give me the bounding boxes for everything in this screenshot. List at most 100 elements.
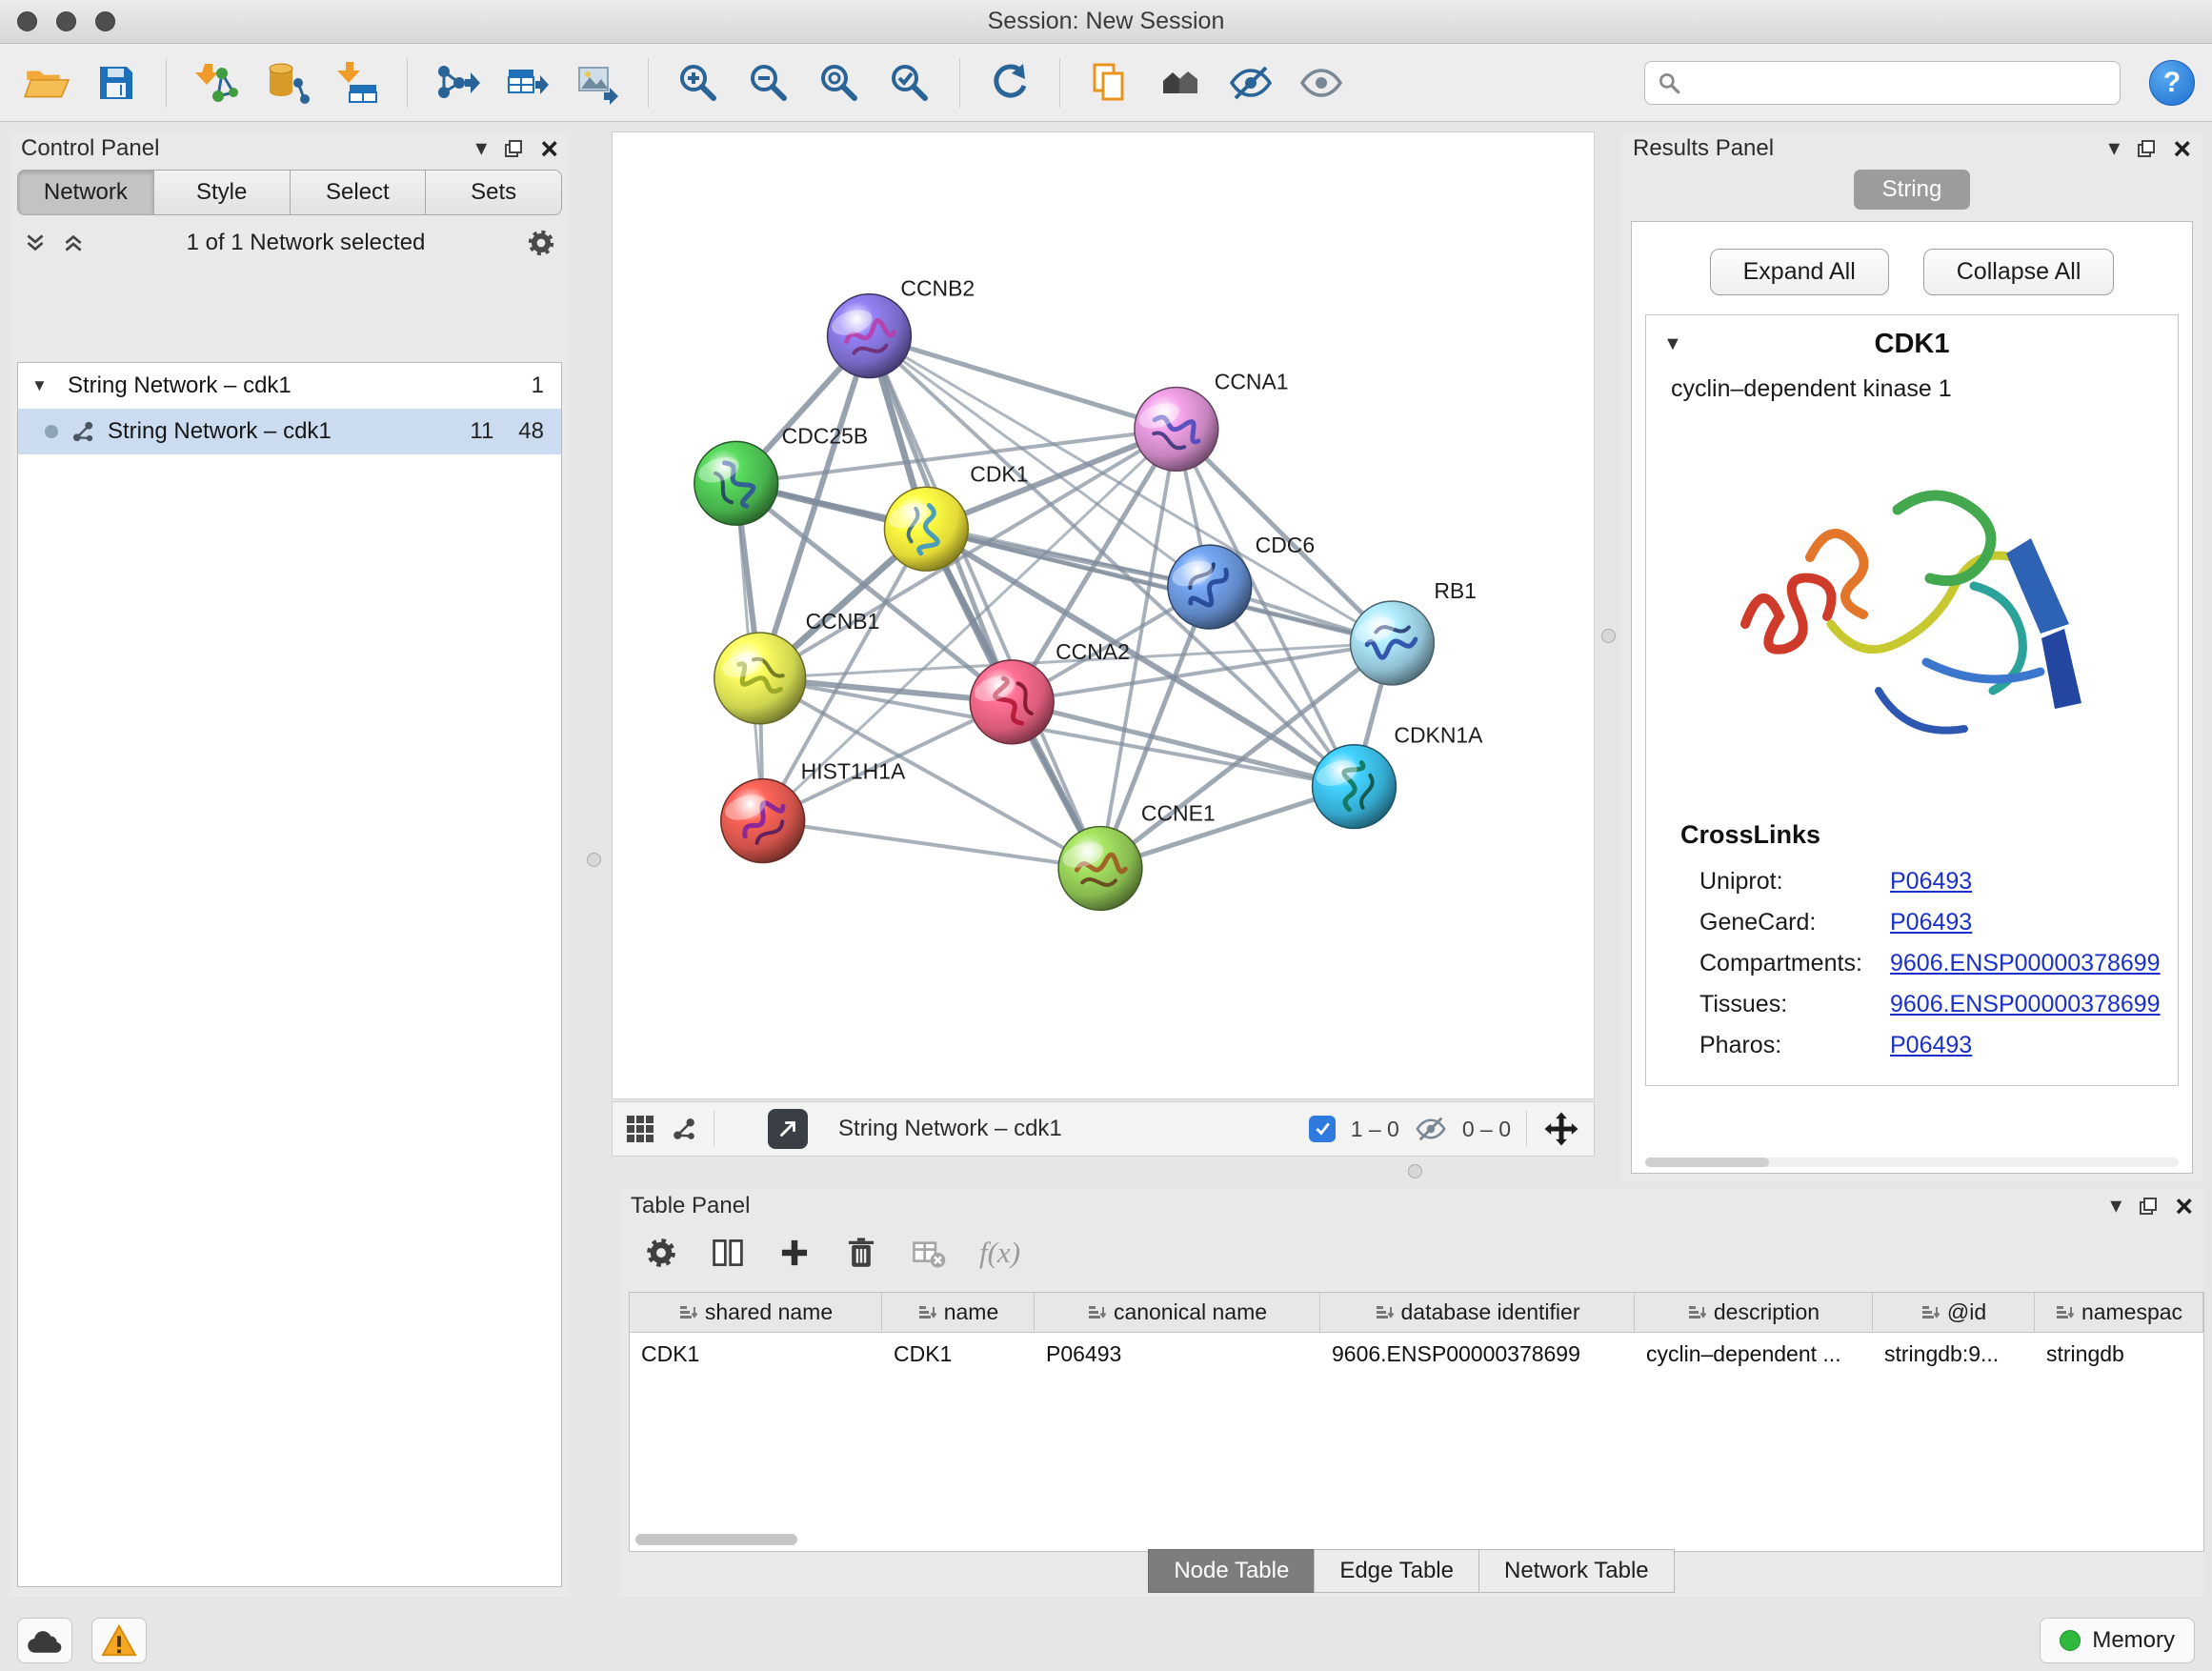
- cell-description[interactable]: cyclin–dependent ...: [1635, 1333, 1873, 1376]
- cell-id[interactable]: stringdb:9...: [1873, 1333, 2035, 1376]
- panel-menu-icon[interactable]: ▾: [475, 137, 487, 160]
- export-image-button[interactable]: [570, 52, 627, 113]
- gear-icon[interactable]: [644, 1236, 678, 1270]
- edge-CCNB2-CCNE1[interactable]: [869, 336, 1100, 869]
- import-network-file-button[interactable]: [188, 52, 245, 113]
- tab-sets[interactable]: Sets: [426, 170, 562, 215]
- memory-button[interactable]: Memory: [2040, 1618, 2195, 1663]
- zoom-in-button[interactable]: [670, 52, 727, 113]
- zoom-selected-button[interactable]: [881, 52, 938, 113]
- network-canvas[interactable]: CCNB2CCNA1CDC25BCDK1CDC6RB1CCNB1CCNA2CDK…: [612, 131, 1595, 1099]
- show-all-button[interactable]: [1293, 52, 1350, 113]
- crosslink-link[interactable]: 9606.ENSP00000378699: [1890, 950, 2161, 977]
- column-header[interactable]: namespac: [2035, 1293, 2203, 1332]
- open-session-button[interactable]: [17, 52, 74, 113]
- network-collection-row[interactable]: ▼ String Network – cdk1 1: [18, 363, 561, 409]
- close-panel-icon[interactable]: ×: [2175, 1191, 2193, 1221]
- close-panel-icon[interactable]: ×: [540, 133, 558, 164]
- edge-CCNB2-CCNA1[interactable]: [869, 336, 1176, 430]
- network-node-CCNB2[interactable]: [828, 294, 912, 378]
- cell-name[interactable]: CDK1: [882, 1333, 1035, 1376]
- tab-network[interactable]: Network: [17, 170, 154, 215]
- network-node-CCNE1[interactable]: [1058, 827, 1142, 911]
- cell-shared-name[interactable]: CDK1: [630, 1333, 882, 1376]
- copy-document-button[interactable]: [1081, 52, 1138, 113]
- horizontal-scrollbar-thumb[interactable]: [635, 1534, 797, 1545]
- cell-canonical-name[interactable]: P06493: [1035, 1333, 1320, 1376]
- panel-menu-icon[interactable]: ▾: [2108, 137, 2120, 160]
- scrollbar-thumb[interactable]: [1645, 1158, 1769, 1167]
- add-icon[interactable]: [777, 1236, 812, 1270]
- edge-CCNB2-RB1[interactable]: [869, 336, 1392, 643]
- cell-database-identifier[interactable]: 9606.ENSP00000378699: [1320, 1333, 1635, 1376]
- panel-menu-icon[interactable]: ▾: [2110, 1195, 2122, 1218]
- zoom-window-button[interactable]: [95, 11, 115, 31]
- export-table-button[interactable]: [499, 52, 556, 113]
- clear-table-icon[interactable]: [911, 1235, 947, 1271]
- crosslink-link[interactable]: P06493: [1890, 1032, 1972, 1059]
- tab-network-table[interactable]: Network Table: [1478, 1549, 1675, 1593]
- collapse-all-button[interactable]: Collapse All: [1923, 249, 2115, 295]
- minimize-window-button[interactable]: [56, 11, 76, 31]
- network-node-CDC25B[interactable]: [694, 441, 778, 525]
- vertical-splitter-handle[interactable]: [587, 853, 601, 867]
- collapse-section-icon[interactable]: ▼: [1663, 333, 1720, 355]
- network-node-CDK1[interactable]: [884, 487, 968, 571]
- network-node-CDC6[interactable]: [1168, 545, 1252, 629]
- trash-icon[interactable]: [844, 1236, 878, 1270]
- results-horizontal-scrollbar[interactable]: [1645, 1158, 2179, 1167]
- help-button[interactable]: ?: [2149, 60, 2195, 106]
- column-header[interactable]: canonical name: [1035, 1293, 1320, 1332]
- detach-view-button[interactable]: [768, 1109, 808, 1149]
- table-row[interactable]: CDK1 CDK1 P06493 9606.ENSP00000378699 cy…: [630, 1333, 2203, 1376]
- birdseye-view-icon[interactable]: [670, 1115, 698, 1143]
- first-neighbors-button[interactable]: [1152, 52, 1209, 113]
- cell-namespace[interactable]: stringdb: [2035, 1333, 2203, 1376]
- column-header[interactable]: name: [882, 1293, 1035, 1332]
- tab-edge-table[interactable]: Edge Table: [1314, 1549, 1479, 1593]
- column-header[interactable]: database identifier: [1320, 1293, 1635, 1332]
- network-row[interactable]: String Network – cdk1 11 48: [18, 409, 561, 454]
- expand-all-icon[interactable]: [61, 231, 86, 255]
- selected-indicator-checkbox[interactable]: [1309, 1116, 1336, 1142]
- save-session-button[interactable]: [88, 52, 145, 113]
- float-panel-icon[interactable]: [2139, 1197, 2158, 1216]
- column-header[interactable]: description: [1635, 1293, 1873, 1332]
- search-box[interactable]: [1644, 61, 2121, 105]
- network-node-CCNB1[interactable]: [714, 633, 806, 724]
- network-node-CDKN1A[interactable]: [1313, 745, 1397, 829]
- edge-HIST1H1A-CCNE1[interactable]: [763, 821, 1100, 869]
- crosslink-link[interactable]: P06493: [1890, 909, 1972, 936]
- network-node-CCNA1[interactable]: [1135, 387, 1218, 471]
- float-panel-icon[interactable]: [504, 139, 523, 158]
- hide-selected-button[interactable]: [1222, 52, 1279, 113]
- zoom-fit-button[interactable]: [811, 52, 868, 113]
- function-builder-icon[interactable]: f(x): [979, 1236, 1020, 1270]
- close-panel-icon[interactable]: ×: [2173, 133, 2191, 164]
- vertical-splitter-handle[interactable]: [1601, 629, 1616, 643]
- grid-view-icon[interactable]: [626, 1115, 654, 1143]
- network-node-CCNA2[interactable]: [970, 660, 1054, 744]
- crosslink-link[interactable]: 9606.ENSP00000378699: [1890, 991, 2161, 1018]
- tab-select[interactable]: Select: [291, 170, 427, 215]
- close-window-button[interactable]: [17, 11, 37, 31]
- import-network-database-button[interactable]: [258, 52, 315, 113]
- export-network-button[interactable]: [429, 52, 486, 113]
- pan-crosshair-icon[interactable]: [1542, 1110, 1580, 1148]
- tab-string[interactable]: String: [1854, 170, 1971, 210]
- column-header[interactable]: shared name: [630, 1293, 882, 1332]
- gear-icon[interactable]: [526, 228, 556, 258]
- column-header[interactable]: @id: [1873, 1293, 2035, 1332]
- tab-style[interactable]: Style: [154, 170, 291, 215]
- float-panel-icon[interactable]: [2137, 139, 2156, 158]
- crosslink-link[interactable]: P06493: [1890, 868, 1972, 896]
- collapse-all-icon[interactable]: [23, 231, 48, 255]
- import-table-button[interactable]: [329, 52, 386, 113]
- network-node-HIST1H1A[interactable]: [721, 779, 805, 863]
- tree-expander-icon[interactable]: ▼: [31, 376, 56, 395]
- cloud-status-button[interactable]: [17, 1618, 72, 1663]
- apply-layout-button[interactable]: [981, 52, 1038, 113]
- columns-icon[interactable]: [711, 1236, 745, 1270]
- warnings-button[interactable]: [91, 1618, 147, 1663]
- network-node-RB1[interactable]: [1350, 601, 1434, 685]
